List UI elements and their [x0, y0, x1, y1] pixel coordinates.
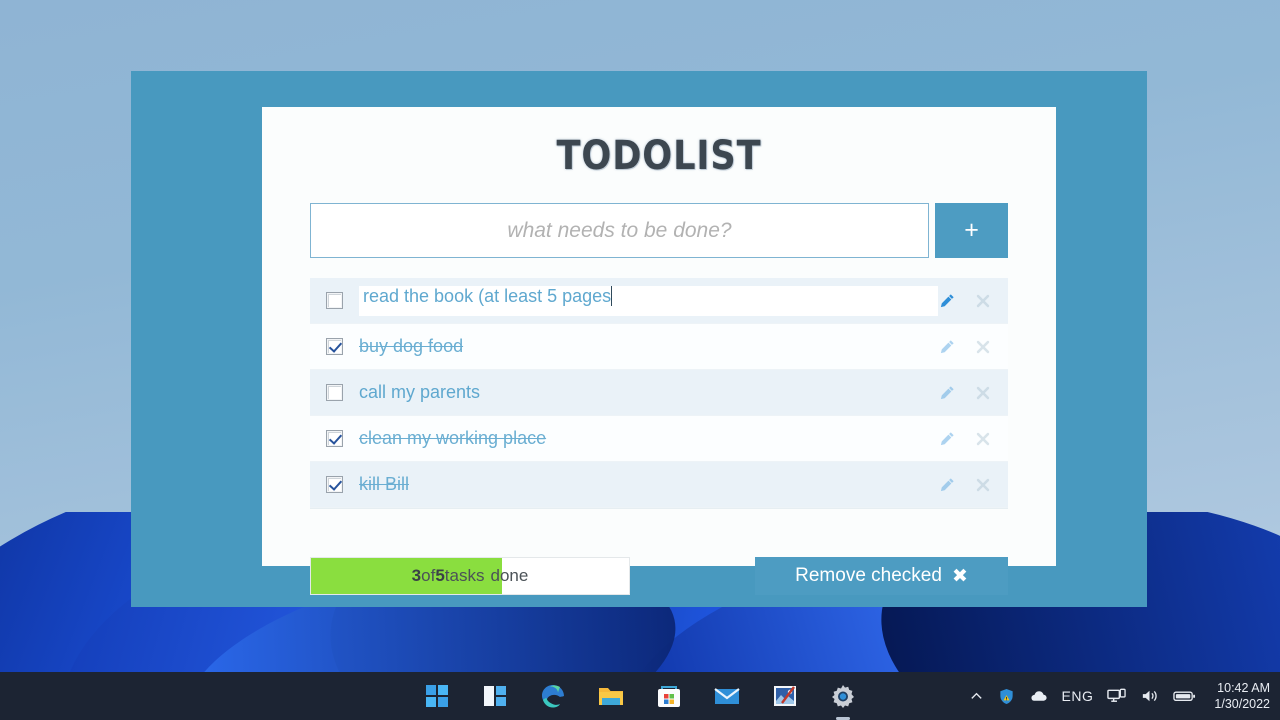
delete-icon[interactable] — [974, 384, 992, 402]
footer: 3 of 5 tasks done Remove checked ✖ — [310, 557, 1008, 595]
task-label: call my parents — [359, 382, 481, 402]
task-checkbox[interactable] — [326, 430, 343, 447]
new-task-input[interactable] — [310, 203, 929, 258]
task-checkbox[interactable] — [326, 476, 343, 493]
delete-icon[interactable] — [974, 476, 992, 494]
delete-icon[interactable] — [974, 338, 992, 356]
microsoft-store-icon[interactable] — [654, 681, 684, 711]
task-actions — [938, 384, 1006, 402]
clock-time: 10:42 AM — [1217, 681, 1270, 695]
close-icon: ✖ — [951, 565, 968, 587]
task-edit-input[interactable]: read the book (at least 5 pages — [359, 285, 938, 316]
task-label: clean my working place — [359, 428, 547, 448]
task-row: read the book (at least 5 pages — [310, 278, 1008, 324]
task-label: kill Bill — [359, 474, 410, 494]
add-task-form: + — [310, 203, 1008, 258]
task-checkbox[interactable] — [326, 338, 343, 355]
edit-icon[interactable] — [938, 430, 956, 448]
edit-icon[interactable] — [938, 292, 956, 310]
task-actions — [938, 476, 1006, 494]
task-edit-text: read the book (at least 5 pages — [363, 285, 612, 306]
progress-total-count: 5 — [435, 566, 445, 585]
clock[interactable]: 10:42 AM 1/30/2022 — [1210, 680, 1270, 712]
language-indicator[interactable]: ENG — [1062, 688, 1094, 704]
edit-icon[interactable] — [938, 384, 956, 402]
progress-done-word: done — [490, 566, 529, 585]
delete-icon[interactable] — [974, 430, 992, 448]
photos-icon[interactable] — [770, 681, 800, 711]
desktop: TODOLIST + read the book (at least 5 pag… — [0, 0, 1280, 720]
task-row: call my parents — [310, 370, 1008, 416]
clock-date: 1/30/2022 — [1214, 697, 1270, 711]
security-shield-icon[interactable] — [998, 688, 1015, 705]
add-task-button[interactable]: + — [935, 203, 1008, 258]
file-explorer-icon[interactable] — [596, 681, 626, 711]
system-tray: ENG 10:42 AM 1/30/2022 — [969, 680, 1270, 712]
text-caret — [611, 285, 613, 306]
task-checkbox[interactable] — [326, 384, 343, 401]
task-row: kill Bill — [310, 462, 1008, 508]
delete-icon[interactable] — [974, 292, 992, 310]
progress-of-word: of — [421, 566, 436, 585]
remove-checked-button[interactable]: Remove checked ✖ — [755, 557, 1008, 595]
progress-tasks-word: tasks — [444, 566, 485, 585]
edit-icon[interactable] — [938, 476, 956, 494]
onedrive-cloud-icon[interactable] — [1029, 689, 1048, 703]
task-row: clean my working place — [310, 416, 1008, 462]
progress-bar-label: 3 of 5 tasks done — [311, 558, 629, 594]
edge-icon[interactable] — [538, 681, 568, 711]
network-icon[interactable] — [1107, 687, 1127, 705]
start-icon[interactable] — [422, 681, 452, 711]
taskbar: ENG 10:42 AM 1/30/2022 — [0, 672, 1280, 720]
show-hidden-icons-chevron-icon[interactable] — [969, 689, 984, 704]
task-actions — [938, 430, 1006, 448]
volume-icon[interactable] — [1140, 687, 1159, 705]
progress-bar: 3 of 5 tasks done — [310, 557, 630, 595]
task-actions — [938, 338, 1006, 356]
page-title: TODOLIST — [556, 133, 762, 179]
browser-viewport: TODOLIST + read the book (at least 5 pag… — [131, 71, 1147, 607]
progress-completed-count: 3 — [411, 566, 422, 585]
task-label: buy dog food — [359, 336, 464, 356]
taskbar-icon-group — [422, 681, 858, 711]
edit-icon[interactable] — [938, 338, 956, 356]
todo-app-card: TODOLIST + read the book (at least 5 pag… — [262, 107, 1056, 595]
task-row: buy dog food — [310, 324, 1008, 370]
task-list: read the book (at least 5 pages buy dog … — [310, 278, 1008, 509]
task-actions — [938, 292, 1006, 310]
battery-icon[interactable] — [1173, 689, 1196, 703]
widgets-icon[interactable] — [480, 681, 510, 711]
mail-icon[interactable] — [712, 681, 742, 711]
settings-icon[interactable] — [828, 681, 858, 711]
task-checkbox[interactable] — [326, 292, 343, 309]
remove-checked-label: Remove checked — [795, 565, 942, 586]
